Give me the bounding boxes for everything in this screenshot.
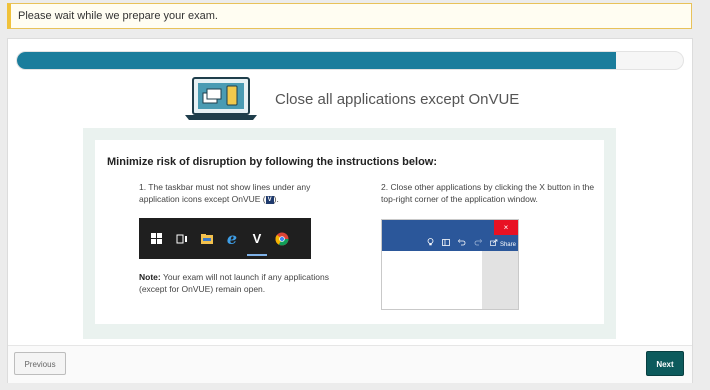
- exam-card: Close all applications except OnVUE Mini…: [7, 38, 693, 383]
- next-button[interactable]: Next: [646, 351, 684, 376]
- taskbar-example: e V: [139, 218, 311, 259]
- undo-icon: [457, 238, 466, 248]
- progress-bar: [16, 51, 684, 70]
- alert-text: Please wait while we prepare your exam.: [18, 10, 218, 22]
- page-title: Close all applications except OnVUE: [275, 91, 520, 108]
- file-explorer-icon: [199, 231, 215, 247]
- redo-icon: [474, 238, 483, 248]
- instructions-panel: Minimize risk of disruption by following…: [83, 128, 616, 339]
- step-1-text: 1. The taskbar must not show lines under…: [139, 181, 345, 205]
- app-window-example: × Share: [381, 219, 519, 310]
- task-view-icon: [174, 231, 190, 247]
- note-label: Note:: [139, 272, 161, 282]
- share-icon: [490, 238, 498, 246]
- progress-fill: [17, 52, 617, 69]
- onvue-letter: V: [252, 231, 262, 246]
- step-1-text-b: ).: [273, 194, 279, 204]
- app-window-sidebar: [482, 251, 518, 309]
- close-icon: ×: [494, 220, 518, 235]
- note-body: Your exam will not launch if any applica…: [139, 272, 329, 294]
- share-label: Share: [499, 241, 516, 248]
- app-toolbar-icons: Share: [427, 238, 516, 248]
- onvue-inline-icon: V: [265, 195, 274, 204]
- instructions-box: Minimize risk of disruption by following…: [95, 140, 604, 324]
- edge-letter: e: [226, 229, 238, 248]
- step-1-text-a: 1. The taskbar must not show lines under…: [139, 182, 311, 204]
- footer-bar: Previous Next: [8, 345, 692, 383]
- app-window-titlebar: × Share: [382, 220, 518, 251]
- page-header: Close all applications except OnVUE: [183, 77, 583, 123]
- windows-icon: [149, 231, 165, 247]
- onvue-icon: V: [247, 231, 267, 256]
- step-2-text: 2. Close other applications by clicking …: [381, 182, 595, 204]
- laptop-apps-icon: [185, 77, 257, 120]
- panel-icon: [442, 238, 450, 248]
- note-text: Note: Your exam will not launch if any a…: [139, 271, 345, 295]
- share-control: Share: [490, 238, 516, 248]
- chrome-icon: [274, 231, 290, 247]
- previous-button[interactable]: Previous: [14, 352, 66, 375]
- instructions-heading: Minimize risk of disruption by following…: [107, 156, 438, 168]
- status-alert: Please wait while we prepare your exam.: [7, 3, 692, 29]
- edge-icon: e: [224, 229, 240, 248]
- lightbulb-icon: [427, 238, 434, 248]
